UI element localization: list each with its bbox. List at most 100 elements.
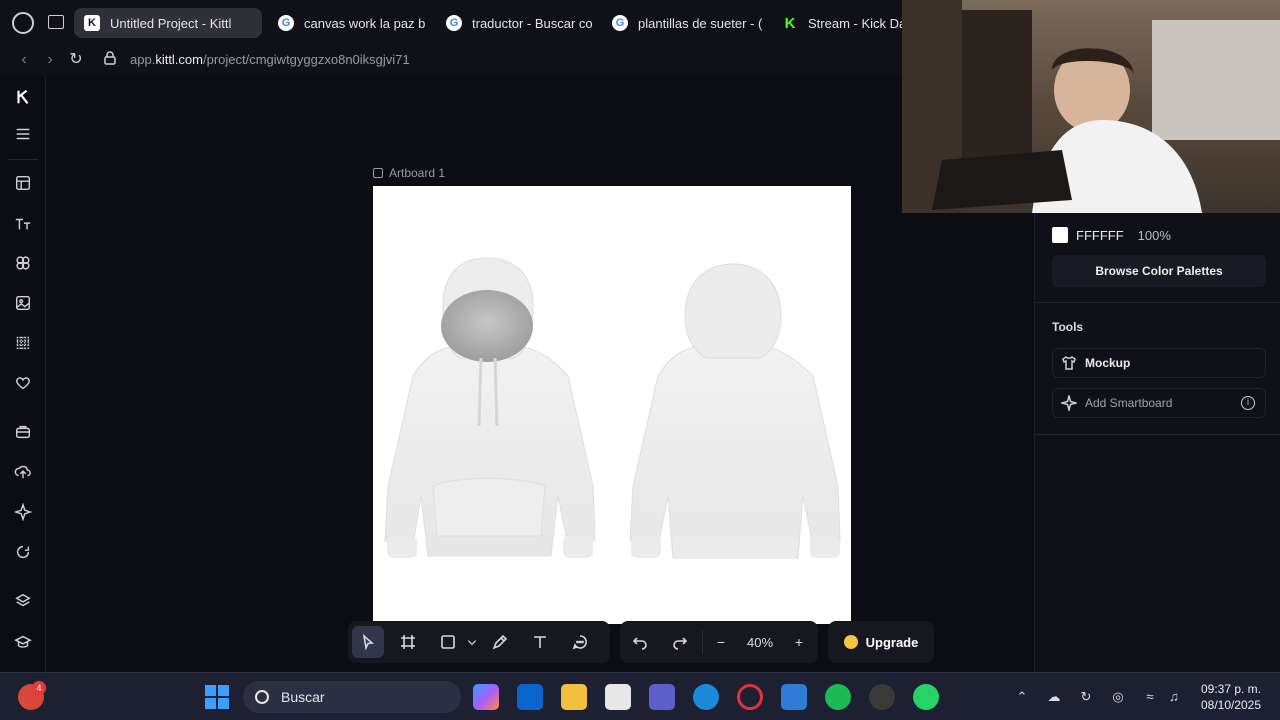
redo-icon (673, 637, 688, 650)
chevron-down-icon (467, 640, 477, 646)
tab-label: Stream - Kick Das (808, 15, 902, 31)
spotify-icon[interactable] (825, 684, 851, 710)
templates-icon[interactable] (13, 173, 33, 193)
color-opacity-value[interactable]: 100% (1138, 228, 1171, 243)
tab-google-templates[interactable]: G plantillas de sueter - ( (602, 8, 762, 38)
upgrade-label: Upgrade (865, 634, 919, 650)
upgrade-button[interactable]: Upgrade (828, 621, 934, 663)
windows-start-icon[interactable] (204, 684, 230, 710)
google-favicon-icon: G (612, 15, 628, 31)
teams-icon[interactable] (649, 684, 675, 710)
photos-icon[interactable] (781, 684, 807, 710)
tab-label: canvas work la paz b (304, 15, 426, 31)
text-tool-icon (534, 636, 546, 648)
browse-color-palettes-button[interactable]: Browse Color Palettes (1052, 255, 1266, 287)
redo-button[interactable] (664, 626, 696, 658)
tab-google-translator[interactable]: G traductor - Buscar co (436, 8, 596, 38)
tools-section-title: Tools (1052, 320, 1084, 334)
mockup-label: Mockup (1085, 356, 1131, 370)
tab-label: traductor - Buscar co (472, 15, 593, 31)
color-hex-value[interactable]: FFFFFF (1076, 228, 1124, 243)
opera-icon[interactable] (737, 684, 763, 710)
zoom-out-button[interactable]: − (709, 626, 733, 658)
text-icon[interactable] (13, 214, 33, 234)
onedrive-icon[interactable]: ☁ (1046, 689, 1062, 705)
text-tool-button[interactable] (524, 626, 556, 658)
add-smartboard-label: Add Smartboard (1085, 396, 1173, 410)
lock-icon[interactable] (104, 51, 116, 65)
images-icon[interactable] (13, 293, 33, 313)
comment-tool-button[interactable] (564, 626, 596, 658)
comments-icon[interactable] (13, 542, 33, 562)
copilot-icon[interactable] (473, 684, 499, 710)
artboard-title: Artboard 1 (389, 166, 446, 180)
whatsapp-icon[interactable] (913, 684, 939, 710)
mockup-tool-button[interactable]: Mockup (1052, 348, 1266, 378)
undo-button[interactable] (624, 626, 656, 658)
windows-taskbar: Buscar ⌃ ☁ ↻ ◎ ≈ ♫ 09:37 p. m. 08/10/202… (0, 672, 1280, 720)
tab-kick-stream[interactable]: K Stream - Kick Das (772, 8, 902, 38)
artboard[interactable] (373, 186, 851, 624)
system-clock[interactable]: 09:37 p. m. 08/10/2025 (1190, 681, 1272, 713)
elements-icon[interactable] (13, 253, 33, 273)
learn-icon[interactable] (13, 632, 33, 652)
zoom-level[interactable]: 40% (737, 635, 783, 650)
shape-dropdown-button[interactable] (464, 626, 480, 658)
outlook-icon[interactable] (517, 684, 543, 710)
left-toolbar (0, 76, 46, 672)
menu-icon[interactable] (13, 124, 33, 144)
forward-arrow-icon[interactable]: › (40, 50, 60, 70)
grid-icon[interactable] (13, 333, 33, 353)
artboard-label[interactable]: Artboard 1 (373, 166, 445, 180)
cursor-icon (362, 634, 374, 650)
tab-actions-icon[interactable] (48, 15, 64, 29)
panel-divider (1035, 434, 1280, 435)
tab-google-canvas[interactable]: G canvas work la paz b (268, 8, 428, 38)
microphone-icon[interactable]: ◎ (1110, 689, 1126, 705)
volume-icon[interactable]: ♫ (1166, 689, 1182, 705)
obs-icon[interactable] (869, 684, 895, 710)
search-icon (255, 690, 269, 704)
edge-icon[interactable] (693, 684, 719, 710)
tab-label: Untitled Project - Kittl (110, 15, 232, 31)
canvas-tools-toolbar (348, 621, 610, 663)
kick-favicon-icon: K (784, 14, 796, 32)
show-hidden-icons-chevron-icon[interactable]: ⌃ (1014, 689, 1030, 705)
taskbar-search-input[interactable]: Buscar (243, 681, 461, 713)
browser-profile-icon[interactable] (12, 12, 34, 34)
back-arrow-icon[interactable]: ‹ (14, 50, 34, 70)
favorites-icon[interactable] (13, 373, 33, 393)
zoom-in-button[interactable]: + (787, 626, 811, 658)
file-explorer-icon[interactable] (561, 684, 587, 710)
google-favicon-icon: G (278, 15, 294, 31)
clock-time: 09:37 p. m. (1200, 682, 1262, 696)
select-tool-button[interactable] (352, 626, 384, 658)
briefcase-icon[interactable] (13, 422, 33, 442)
shape-tool-button[interactable] (432, 626, 464, 658)
upload-icon[interactable] (13, 462, 33, 482)
hoodie-mockup-image[interactable] (373, 186, 851, 624)
back-hoodie (629, 263, 841, 559)
notification-badge: 4 (32, 681, 46, 695)
wifi-icon[interactable]: ≈ (1142, 689, 1158, 705)
add-smartboard-button[interactable]: Add Smartboard i (1052, 388, 1266, 418)
reload-icon[interactable]: ↻ (66, 50, 86, 70)
ai-sparkle-icon[interactable] (13, 502, 33, 522)
info-icon[interactable]: i (1241, 396, 1255, 410)
kittl-favicon-icon: K (84, 15, 100, 31)
pen-tool-button[interactable] (484, 626, 516, 658)
frame-icon (401, 635, 415, 649)
kittl-logo-icon[interactable] (13, 87, 33, 107)
background-color-row[interactable]: FFFFFF 100% (1052, 227, 1171, 243)
frame-tool-button[interactable] (392, 626, 424, 658)
sync-icon[interactable]: ↻ (1078, 689, 1094, 705)
color-swatch[interactable] (1052, 227, 1068, 243)
url-field[interactable]: app.kittl.com/project/cmgiwtgyggzxo8n0ik… (130, 52, 410, 67)
layers-icon[interactable] (13, 591, 33, 611)
webcam-feed-image (902, 0, 1280, 213)
properties-panel: FFFFFF 100% Browse Color Palettes Tools … (1034, 213, 1280, 672)
tshirt-icon (1062, 355, 1076, 370)
tab-kittl-project[interactable]: K Untitled Project - Kittl (74, 8, 262, 38)
microsoft-store-icon[interactable] (605, 684, 631, 710)
artboard-icon (373, 168, 383, 178)
